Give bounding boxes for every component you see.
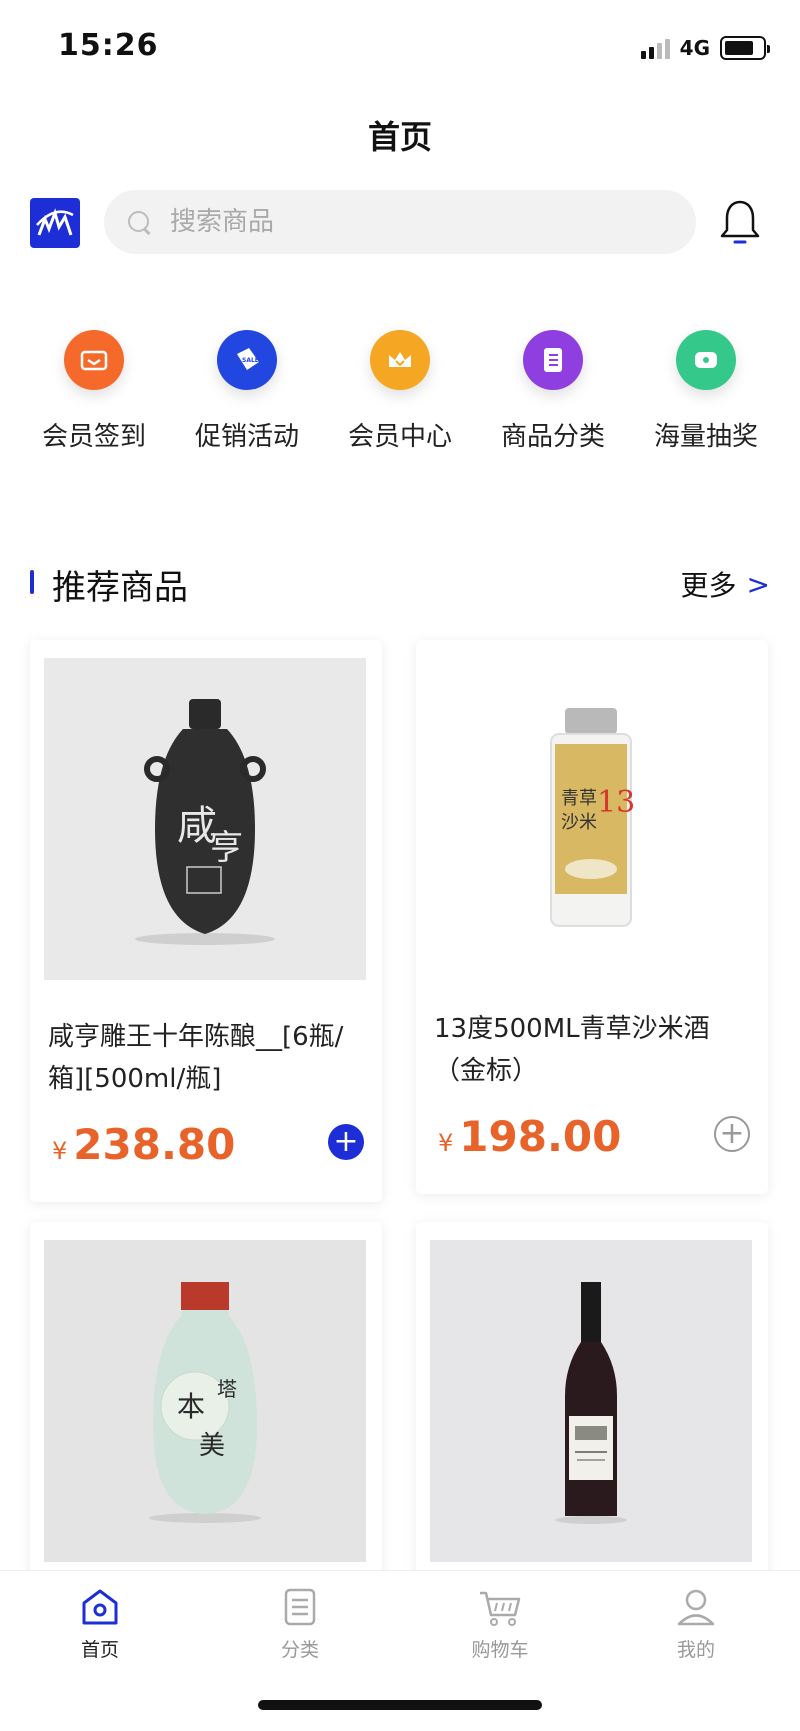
price-value: 238.80 — [73, 1120, 236, 1169]
svg-text:青草: 青草 — [561, 788, 597, 809]
tab-category[interactable]: 分类 — [240, 1587, 360, 1662]
quick-item-promotions[interactable]: SALE 促销活动 — [173, 330, 321, 453]
battery-icon — [720, 36, 770, 60]
quick-item-member-center[interactable]: 会员中心 — [326, 330, 474, 453]
svg-text:亨: 亨 — [209, 828, 243, 868]
quick-item-lottery[interactable]: 海量抽奖 — [632, 330, 780, 453]
search-input[interactable] — [170, 207, 650, 237]
status-time: 15:26 — [58, 28, 159, 63]
quick-label: 会员签到 — [41, 422, 146, 452]
product-card[interactable] — [416, 1222, 768, 1582]
product-image: 咸 亨 — [44, 658, 366, 980]
section-title: 推荐商品 — [52, 568, 188, 608]
gift-icon — [676, 330, 736, 390]
sign-in-icon — [64, 330, 124, 390]
network-label: 4G — [679, 36, 710, 60]
profile-icon — [677, 1589, 715, 1626]
search-bar[interactable] — [104, 190, 696, 254]
svg-text:本: 本 — [177, 1390, 205, 1423]
status-bar: 15:26 4G — [0, 0, 800, 96]
svg-text:沙米: 沙米 — [561, 812, 597, 833]
signal-icon — [640, 37, 670, 59]
product-name: 咸亨雕王十年陈酿__[6瓶/箱][500ml/瓶] — [48, 1022, 344, 1094]
svg-text:SALE: SALE — [242, 357, 259, 364]
section-accent-bar — [30, 570, 34, 594]
quick-menu: 会员签到 SALE 促销活动 会员中心 商品分类 海量抽奖 — [20, 330, 780, 453]
svg-text:塔: 塔 — [217, 1377, 237, 1401]
tab-label: 购物车 — [471, 1639, 529, 1661]
svg-text:美: 美 — [199, 1431, 225, 1461]
quick-label: 商品分类 — [500, 422, 605, 452]
list-icon — [523, 330, 583, 390]
status-indicators: 4G — [640, 36, 770, 60]
product-price: ¥ 238.80 — [52, 1120, 235, 1169]
product-card[interactable]: 本 塔 美 — [30, 1222, 382, 1582]
tab-label: 首页 — [80, 1639, 119, 1661]
chevron-right-icon: > — [746, 567, 770, 601]
page-title: 首页 — [367, 118, 432, 156]
product-card[interactable]: 青草 沙米 13 13度500ML青草沙米酒（金标） ¥ 198.00 + — [416, 640, 768, 1194]
currency-symbol: ¥ — [52, 1137, 68, 1165]
sale-tag-icon: SALE — [217, 330, 277, 390]
product-image: 青草 沙米 13 — [430, 658, 752, 980]
product-name: 13度500ML青草沙米酒（金标） — [434, 1014, 710, 1086]
svg-text:13: 13 — [597, 785, 635, 820]
quick-item-categories[interactable]: 商品分类 — [479, 330, 627, 453]
tab-label: 分类 — [280, 1639, 319, 1661]
quick-item-sign-in[interactable]: 会员签到 — [20, 330, 168, 453]
tab-home[interactable]: 首页 — [40, 1587, 160, 1662]
price-value: 198.00 — [459, 1112, 622, 1161]
category-icon — [284, 1588, 316, 1626]
product-image: 本 塔 美 — [44, 1240, 366, 1562]
add-to-cart-button[interactable]: + — [714, 1116, 750, 1152]
bell-icon[interactable] — [718, 198, 762, 248]
quick-label: 会员中心 — [347, 422, 452, 452]
logo-icon[interactable] — [30, 198, 80, 248]
currency-symbol: ¥ — [438, 1129, 454, 1157]
more-label: 更多 — [680, 569, 737, 602]
home-icon — [82, 1589, 118, 1625]
tab-label: 我的 — [676, 1639, 715, 1661]
quick-label: 促销活动 — [194, 422, 299, 452]
product-info: 13度500ML青草沙米酒（金标） ¥ 198.00 + — [416, 988, 768, 1194]
tab-cart[interactable]: 购物车 — [440, 1587, 560, 1662]
more-link[interactable]: 更多 > — [681, 564, 770, 604]
product-price: ¥ 198.00 — [438, 1112, 621, 1161]
product-info: 咸亨雕王十年陈酿__[6瓶/箱][500ml/瓶] ¥ 238.80 + — [30, 996, 382, 1202]
search-icon — [126, 209, 152, 235]
home-indicator — [258, 1700, 542, 1710]
quick-label: 海量抽奖 — [653, 422, 758, 452]
add-to-cart-button[interactable]: + — [328, 1124, 364, 1160]
cart-icon — [480, 1591, 521, 1626]
product-image — [430, 1240, 752, 1562]
tab-profile[interactable]: 我的 — [636, 1587, 756, 1662]
crown-icon — [370, 330, 430, 390]
product-card[interactable]: 咸 亨 咸亨雕王十年陈酿__[6瓶/箱][500ml/瓶] ¥ 238.80 + — [30, 640, 382, 1202]
